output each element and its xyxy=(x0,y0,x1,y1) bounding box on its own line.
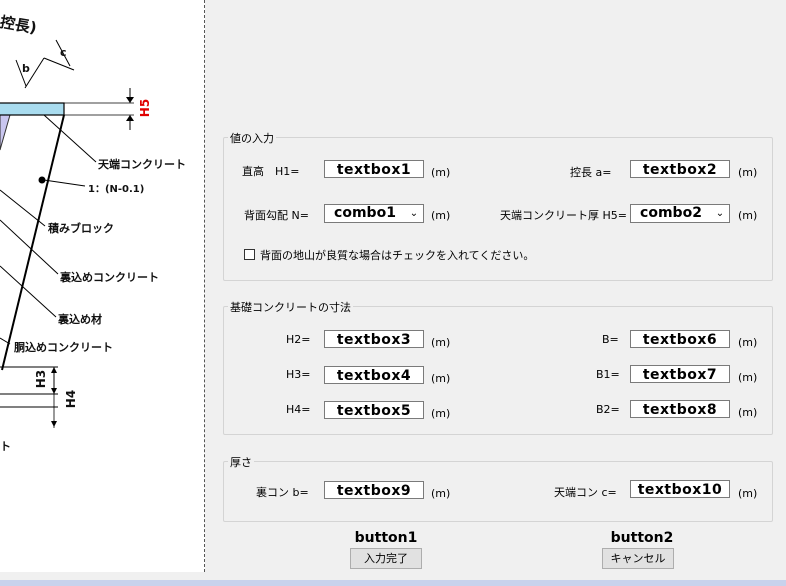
h5-arrowhead-top xyxy=(126,97,134,103)
h3-input[interactable]: textbox4 xyxy=(324,366,424,384)
label-slope-ratio: 1：(N-0.1) xyxy=(88,184,145,195)
dim-h3-label: H3 xyxy=(34,369,49,389)
leader-block xyxy=(0,189,46,227)
h2-unit: (m) xyxy=(431,336,451,349)
h3-arrowhead-bottom xyxy=(51,388,57,394)
button2-name: button2 xyxy=(610,530,674,546)
label-cut-fragment: ト xyxy=(0,440,11,453)
h4-arrowhead-bottom xyxy=(51,421,57,427)
chevron-down-icon[interactable]: ⌄ xyxy=(407,205,421,222)
diagram-drawing xyxy=(0,39,134,428)
dim-c-label: c xyxy=(60,46,67,59)
input-complete-button[interactable]: 入力完了 xyxy=(350,548,422,569)
n-unit: (m) xyxy=(431,209,451,222)
base-concrete-title: 基礎コンクリートの寸法 xyxy=(228,299,353,315)
h4-label: H4= xyxy=(286,403,311,416)
dim-b-label: b xyxy=(22,62,30,75)
h1-unit: (m) xyxy=(431,166,451,179)
b1-label: B1= xyxy=(596,368,620,381)
h5-combo[interactable]: combo2 ⌄ xyxy=(630,204,730,223)
label-block: 積みブロック xyxy=(48,222,114,235)
block-wedge xyxy=(0,114,11,151)
h5-unit: (m) xyxy=(738,209,758,222)
input-values-title: 値の入力 xyxy=(228,130,276,146)
chevron-down-icon[interactable]: ⌄ xyxy=(713,205,727,222)
leader-slope xyxy=(43,179,86,187)
b-input[interactable]: textbox6 xyxy=(630,330,730,348)
h4-input[interactable]: textbox5 xyxy=(324,401,424,419)
thickness-title: 厚さ xyxy=(228,454,254,470)
label-tenba-concrete: 天端コンクリート xyxy=(98,158,186,171)
n-combo[interactable]: combo1 ⌄ xyxy=(324,204,424,223)
b-unit: (m) xyxy=(738,336,758,349)
b1-input[interactable]: textbox7 xyxy=(630,365,730,383)
h5-label: 天端コンクリート厚 H5= xyxy=(500,209,627,222)
urakon-b-input[interactable]: textbox9 xyxy=(324,481,424,499)
dim-h5-label: H5 xyxy=(138,98,153,118)
urakon-b-unit: (m) xyxy=(431,487,451,500)
h3-arrowhead-top xyxy=(51,367,57,373)
dim-c-line xyxy=(43,57,75,71)
a-input[interactable]: textbox2 xyxy=(630,160,730,178)
label-dokome-concrete: 胴込めコンクリート xyxy=(14,341,113,354)
n-label: 背面勾配 N= xyxy=(244,209,309,222)
button1-name: button1 xyxy=(354,530,418,546)
h5-arrowhead-bottom xyxy=(126,115,134,121)
urakon-b-label: 裏コン b= xyxy=(256,486,309,499)
window-bottom-edge xyxy=(0,580,786,586)
h3-label: H3= xyxy=(286,368,311,381)
label-urakome-material: 裏込め材 xyxy=(58,313,102,326)
n-combo-value: combo1 xyxy=(334,205,396,221)
h3-unit: (m) xyxy=(431,372,451,385)
cancel-button[interactable]: キャンセル xyxy=(602,548,674,569)
tenbakon-c-unit: (m) xyxy=(738,487,758,500)
a-unit: (m) xyxy=(738,166,758,179)
good-ground-checkbox-label: 背面の地山が良質な場合はチェックを入れてください。 xyxy=(260,249,535,262)
leader-tenba xyxy=(43,114,97,163)
tenbakon-c-input[interactable]: textbox10 xyxy=(630,480,730,498)
b2-label: B2= xyxy=(596,403,620,416)
h5-combo-value: combo2 xyxy=(640,205,702,221)
h2-input[interactable]: textbox3 xyxy=(324,330,424,348)
h4-unit: (m) xyxy=(431,407,451,420)
dim-h4-label: H4 xyxy=(64,389,79,409)
tenbakon-c-label: 天端コン c= xyxy=(554,486,617,499)
b1-unit: (m) xyxy=(738,371,758,384)
h1-label: 直高 H1= xyxy=(242,165,300,178)
h2-label: H2= xyxy=(286,333,311,346)
back-face-line xyxy=(1,114,65,371)
good-ground-checkbox[interactable] xyxy=(244,249,255,260)
h1-input[interactable]: textbox1 xyxy=(324,160,424,178)
a-label: 控長 a= xyxy=(570,166,612,179)
b2-input[interactable]: textbox8 xyxy=(630,400,730,418)
b2-unit: (m) xyxy=(738,406,758,419)
label-urakome-concrete: 裏込めコンクリート xyxy=(60,271,159,284)
retaining-wall-diagram: 控長) b c H5 天端コンクリート 1：(N-0.1) 積みブロック 裏込め… xyxy=(0,0,205,572)
top-concrete-cap xyxy=(0,102,65,116)
b-label: B= xyxy=(602,333,619,346)
leader-urakome-zai xyxy=(0,265,57,318)
